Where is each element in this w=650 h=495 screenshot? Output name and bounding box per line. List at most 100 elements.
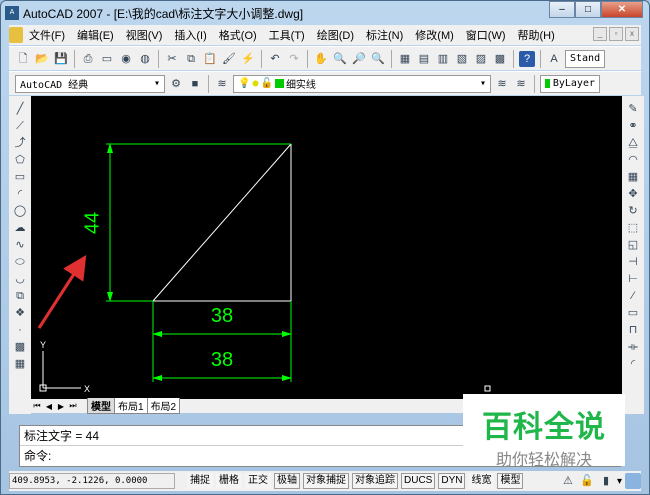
tool-palettes-icon[interactable]: ▥ (435, 51, 451, 67)
break-icon[interactable]: ▭ (625, 306, 641, 321)
circle-icon[interactable]: ◯ (12, 204, 28, 219)
help-icon[interactable]: ? (519, 50, 535, 67)
scale-icon[interactable]: ⬚ (625, 221, 641, 236)
text-style-combo[interactable]: Stand (565, 49, 605, 68)
print-icon[interactable]: ⎙ (80, 51, 96, 67)
redo-icon[interactable]: ↷ (286, 51, 302, 67)
maximize-button[interactable]: □ (575, 1, 601, 18)
ellipse-arc-icon[interactable]: ◡ (12, 272, 28, 287)
workspace-settings-icon[interactable]: ⚙ (168, 76, 184, 92)
doc-close-button[interactable]: x (625, 27, 639, 41)
menu-dimension[interactable]: 标注(N) (360, 27, 409, 43)
copy-icon[interactable]: ⧉ (183, 51, 199, 67)
menu-draw[interactable]: 绘图(D) (311, 27, 360, 43)
grid-toggle[interactable]: 栅格 (216, 473, 242, 489)
offset-icon[interactable]: ◠ (625, 153, 641, 168)
communication-center-icon[interactable]: ⚠ (560, 473, 576, 489)
menu-help[interactable]: 帮助(H) (512, 27, 561, 43)
status-tray-icon[interactable]: ▮ (598, 473, 614, 489)
dyn-toggle[interactable]: DYN (438, 473, 466, 489)
revision-cloud-icon[interactable]: ☁ (12, 221, 28, 236)
new-icon[interactable]: 🗋 (15, 51, 31, 67)
design-center-icon[interactable]: ▤ (416, 51, 432, 67)
drawing-canvas[interactable]: 44 38 38 Y X (31, 96, 622, 399)
zoom-previous-icon[interactable]: 🔍 (370, 51, 386, 67)
ellipse-icon[interactable]: ⬭ (12, 255, 28, 270)
ducs-toggle[interactable]: DUCS (401, 473, 436, 489)
erase-icon[interactable]: ✎ (625, 102, 641, 117)
first-tab-icon[interactable]: ⏮ (31, 401, 43, 411)
stretch-icon[interactable]: ◱ (625, 238, 641, 253)
prev-tab-icon[interactable]: ◀ (43, 402, 55, 411)
last-tab-icon[interactable]: ⏭ (67, 401, 79, 411)
model-toggle[interactable]: 模型 (497, 473, 524, 489)
polyline-icon[interactable]: ⤴ (12, 136, 28, 151)
dimension-text-38-bottom[interactable]: 38 (211, 349, 233, 371)
text-style-icon[interactable]: A (546, 51, 562, 67)
ortho-toggle[interactable]: 正交 (245, 473, 271, 489)
zoom-realtime-icon[interactable]: 🔍 (332, 51, 348, 67)
make-block-icon[interactable]: ❖ (12, 306, 28, 321)
move-icon[interactable]: ✥ (625, 187, 641, 202)
web-icon[interactable]: ◍ (137, 51, 153, 67)
next-tab-icon[interactable]: ▶ (55, 402, 67, 411)
tab-layout2[interactable]: 布局2 (146, 398, 181, 414)
dimension-text-38-top[interactable]: 38 (211, 305, 233, 327)
fillet-icon[interactable]: ◜ (625, 357, 641, 372)
arc-icon[interactable]: ◜ (12, 187, 28, 202)
save-workspace-icon[interactable]: ■ (187, 76, 203, 92)
menu-edit[interactable]: 编辑(E) (71, 27, 120, 43)
sheet-set-icon[interactable]: ▧ (454, 51, 470, 67)
close-button[interactable]: ✕ (601, 1, 643, 18)
markup-icon[interactable]: ▨ (473, 51, 489, 67)
menu-window[interactable]: 窗口(W) (460, 27, 512, 43)
otrack-toggle[interactable]: 对象追踪 (352, 473, 398, 489)
paste-icon[interactable]: 📋 (202, 51, 218, 67)
spline-icon[interactable]: ∿ (12, 238, 28, 253)
join-icon[interactable]: ⊓ (625, 323, 641, 338)
workspace-dropdown[interactable]: AutoCAD 经典 ▾ (15, 74, 165, 93)
save-icon[interactable]: 💾 (53, 51, 69, 67)
menu-tools[interactable]: 工具(T) (263, 27, 311, 43)
open-icon[interactable]: 📂 (34, 51, 50, 67)
undo-icon[interactable]: ↶ (267, 51, 283, 67)
menu-insert[interactable]: 插入(I) (168, 27, 212, 43)
copy-object-icon[interactable]: ⚭ (625, 119, 641, 134)
layer-manager-icon[interactable]: ≋ (214, 76, 230, 92)
preview-icon[interactable]: ▭ (99, 51, 115, 67)
trim-icon[interactable]: ⊣ (625, 255, 641, 270)
properties-icon[interactable]: ▦ (397, 51, 413, 67)
zoom-window-icon[interactable]: 🔎 (351, 51, 367, 67)
make-current-layer-icon[interactable]: ≋ (494, 76, 510, 92)
color-dropdown[interactable]: ByLayer (540, 74, 600, 93)
array-icon[interactable]: ▦ (625, 170, 641, 185)
doc-restore-button[interactable]: ▫ (609, 27, 623, 41)
layer-previous-icon[interactable]: ≋ (513, 76, 529, 92)
tab-layout1[interactable]: 布局1 (114, 398, 148, 414)
point-icon[interactable]: · (12, 323, 28, 338)
toolbar-lock-icon[interactable]: 🔓 (579, 473, 595, 489)
cut-icon[interactable]: ✂ (164, 51, 180, 67)
rotate-icon[interactable]: ↻ (625, 204, 641, 219)
insert-block-icon[interactable]: ⧉ (12, 289, 28, 304)
status-menu-chevron-icon[interactable]: ▾ (617, 476, 622, 487)
publish-icon[interactable]: ◉ (118, 51, 134, 67)
layer-dropdown[interactable]: 💡 ● 🔓 细实线 ▾ (233, 74, 491, 93)
extend-icon[interactable]: ⊢ (625, 272, 641, 287)
tab-model[interactable]: 模型 (87, 398, 115, 414)
line-icon[interactable]: ╱ (12, 102, 28, 117)
menu-modify[interactable]: 修改(M) (409, 27, 460, 43)
match-properties-icon[interactable]: 🖌 (221, 51, 237, 67)
pan-icon[interactable]: ✋ (313, 51, 329, 67)
dimension-vertical[interactable] (106, 143, 291, 302)
calculator-icon[interactable]: ▩ (492, 51, 508, 67)
menu-file[interactable]: 文件(F) (23, 27, 71, 43)
rectangle-icon[interactable]: ▭ (12, 170, 28, 185)
chamfer-icon[interactable]: ⟛ (625, 340, 641, 355)
lineweight-toggle[interactable]: 线宽 (468, 473, 495, 489)
osnap-toggle[interactable]: 对象捕捉 (303, 473, 349, 489)
dimension-text-44[interactable]: 44 (81, 212, 103, 234)
minimize-button[interactable]: – (549, 1, 575, 18)
polygon-icon[interactable]: ⬠ (12, 153, 28, 168)
construction-line-icon[interactable]: ⟋ (12, 119, 28, 134)
